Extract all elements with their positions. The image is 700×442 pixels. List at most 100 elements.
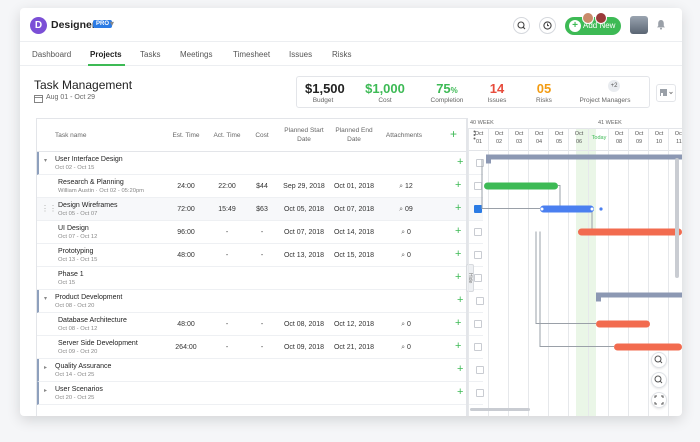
attachments-count[interactable]: ⌕ 0 bbox=[392, 321, 420, 329]
add-subtask-button[interactable]: + bbox=[455, 225, 461, 237]
gantt-task-bar[interactable] bbox=[578, 228, 682, 236]
col-planned-start[interactable]: Planned Start Date bbox=[284, 126, 324, 144]
add-subtask-button[interactable]: + bbox=[457, 363, 463, 375]
tab-risks[interactable]: Risks bbox=[332, 50, 352, 59]
horizontal-scrollbar[interactable] bbox=[470, 408, 530, 411]
add-subtask-button[interactable]: + bbox=[457, 156, 463, 168]
workspace-avatar[interactable]: D bbox=[30, 17, 47, 34]
search-button[interactable] bbox=[513, 17, 530, 34]
clock-button[interactable] bbox=[539, 17, 556, 34]
add-subtask-button[interactable]: + bbox=[455, 202, 461, 214]
task-row[interactable]: UI Design Oct 07 - Oct 12 96:00 - - Oct 07, 2… bbox=[37, 221, 483, 244]
add-subtask-button[interactable]: + bbox=[457, 386, 463, 398]
gantt-task-bar[interactable] bbox=[484, 182, 558, 190]
col-act-time[interactable]: Act. Time bbox=[211, 131, 243, 140]
gantt-handle[interactable] bbox=[540, 207, 544, 211]
attachments-count[interactable]: ⌕ 09 bbox=[392, 206, 420, 214]
task-row[interactable]: Prototyping Oct 13 - Oct 15 48:00 - - Oct 13,… bbox=[37, 244, 483, 267]
gantt-dependency-line[interactable] bbox=[535, 231, 596, 324]
gantt-task-bar[interactable] bbox=[614, 343, 682, 351]
gantt-group-cap[interactable] bbox=[596, 292, 601, 302]
zoom-out-icon bbox=[654, 375, 663, 384]
task-name[interactable]: Research & Planning bbox=[58, 179, 124, 186]
attachments-count[interactable]: ⌕ 0 bbox=[392, 229, 420, 237]
add-subtask-button[interactable]: + bbox=[457, 294, 463, 306]
expand-caret-icon[interactable]: ▸ bbox=[44, 364, 47, 371]
col-est-time[interactable]: Est. Time bbox=[171, 131, 201, 140]
attachments-count[interactable]: ⌕ 0 bbox=[392, 252, 420, 260]
task-row[interactable]: Research & Planning William Austin · Oct … bbox=[37, 175, 483, 198]
gantt-dependency-line[interactable] bbox=[558, 185, 561, 209]
chevron-down-icon[interactable]: ▾ bbox=[110, 19, 114, 28]
drag-handle-icon[interactable]: ⋮⋮ bbox=[41, 204, 57, 213]
add-subtask-button[interactable]: + bbox=[455, 248, 461, 260]
attachments-count[interactable]: ⌕ 12 bbox=[392, 183, 420, 191]
expand-caret-icon[interactable]: ▸ bbox=[44, 387, 47, 394]
planned-end: Oct 01, 2018 bbox=[333, 183, 375, 190]
user-avatar[interactable] bbox=[630, 16, 648, 34]
group-row[interactable]: ▸ User Scenarios Oct 20 - Oct 25 + bbox=[37, 382, 484, 405]
expand-caret-icon[interactable]: ▾ bbox=[44, 295, 47, 302]
stat-budget: $1,500 Budget bbox=[305, 81, 345, 104]
date-range: Aug 01 - Oct 29 bbox=[46, 94, 96, 101]
attachments-count[interactable]: ⌕ 0 bbox=[392, 344, 420, 352]
gantt-task-bar[interactable] bbox=[596, 320, 650, 328]
tab-timesheet[interactable]: Timesheet bbox=[233, 50, 270, 59]
task-name[interactable]: Quality Assurance bbox=[55, 363, 111, 370]
app-window: D Designers PRO ▾ + Add New Dashboard Pr… bbox=[20, 8, 682, 416]
task-name[interactable]: User Scenarios bbox=[55, 386, 103, 393]
bell-icon[interactable] bbox=[656, 19, 666, 30]
col-task-name[interactable]: Task name bbox=[55, 131, 86, 140]
gantt-link-dot[interactable] bbox=[599, 207, 603, 211]
zoom-out-button[interactable] bbox=[651, 372, 667, 388]
add-subtask-button[interactable]: + bbox=[455, 317, 461, 329]
fullscreen-button[interactable] bbox=[651, 392, 667, 408]
manager-avatar[interactable] bbox=[582, 12, 594, 24]
task-subtitle: Oct 02 - Oct 15 bbox=[55, 165, 95, 171]
vertical-scrollbar[interactable] bbox=[675, 158, 679, 278]
task-row[interactable]: Server Side Development Oct 09 - Oct 20 26… bbox=[37, 336, 483, 359]
add-subtask-button[interactable]: + bbox=[455, 179, 461, 191]
task-row[interactable]: ⋮⋮ Design Wireframes Oct 05 - Oct 07 72:00 1… bbox=[37, 198, 483, 221]
planned-start: Oct 07, 2018 bbox=[283, 229, 325, 236]
task-name[interactable]: Phase 1 bbox=[58, 271, 84, 278]
task-name[interactable]: UI Design bbox=[58, 225, 89, 232]
zoom-in-button[interactable] bbox=[651, 352, 667, 368]
tab-tasks[interactable]: Tasks bbox=[140, 50, 160, 59]
task-name[interactable]: Design Wireframes bbox=[58, 202, 118, 209]
tab-meetings[interactable]: Meetings bbox=[180, 50, 212, 59]
gantt-dependency-line[interactable] bbox=[539, 231, 614, 347]
gantt-task-bar[interactable] bbox=[540, 205, 594, 213]
task-name[interactable]: Server Side Development bbox=[58, 340, 138, 347]
tab-dashboard[interactable]: Dashboard bbox=[32, 50, 71, 59]
group-row[interactable]: ▸ Quality Assurance Oct 14 - Oct 25 + bbox=[37, 359, 484, 382]
col-planned-end[interactable]: Planned End Date bbox=[334, 126, 374, 144]
manager-avatar[interactable] bbox=[595, 12, 607, 24]
add-column-button[interactable]: + bbox=[450, 127, 457, 141]
task-name[interactable]: Prototyping bbox=[58, 248, 93, 255]
stat-managers: Project Managers bbox=[575, 96, 635, 104]
task-row[interactable]: Phase 1 Oct 15 + bbox=[37, 267, 483, 290]
task-row[interactable]: Database Architecture Oct 08 - Oct 12 48:0… bbox=[37, 313, 483, 336]
group-row[interactable]: ▾ Product Development Oct 08 - Oct 20 + bbox=[37, 290, 484, 313]
gantt-handle[interactable] bbox=[590, 207, 594, 211]
group-row[interactable]: ▾ User Interface Design Oct 02 - Oct 15 + bbox=[37, 152, 484, 175]
view-switcher[interactable] bbox=[656, 84, 676, 102]
expand-caret-icon[interactable]: ▾ bbox=[44, 157, 47, 164]
col-cost[interactable]: Cost bbox=[252, 131, 272, 140]
add-subtask-button[interactable]: + bbox=[455, 271, 461, 283]
task-name[interactable]: Product Development bbox=[55, 294, 122, 301]
gantt-group-bar[interactable] bbox=[596, 292, 682, 298]
stat-cost-label: Cost bbox=[378, 97, 392, 104]
tab-issues[interactable]: Issues bbox=[289, 50, 312, 59]
managers-more-badge[interactable]: +2 bbox=[608, 80, 620, 92]
attachments-value: 0 bbox=[406, 344, 411, 351]
gantt-group-bar[interactable] bbox=[486, 154, 682, 160]
gantt-group-cap[interactable] bbox=[486, 154, 491, 164]
task-name[interactable]: Database Architecture bbox=[58, 317, 127, 324]
col-attachments[interactable]: Attachments bbox=[382, 131, 426, 140]
paperclip-icon: ⌕ bbox=[401, 252, 406, 259]
task-name[interactable]: User Interface Design bbox=[55, 156, 123, 163]
add-subtask-button[interactable]: + bbox=[455, 340, 461, 352]
tab-projects[interactable]: Projects bbox=[90, 50, 122, 59]
